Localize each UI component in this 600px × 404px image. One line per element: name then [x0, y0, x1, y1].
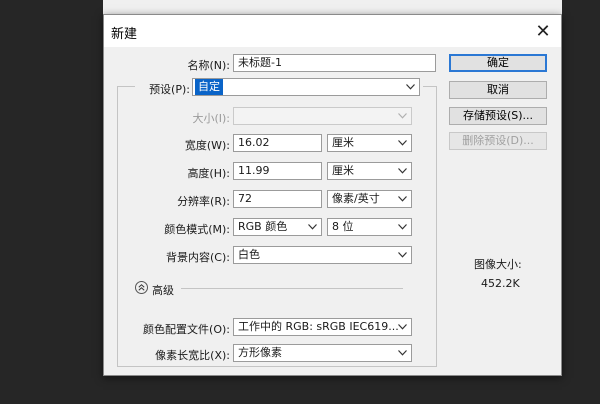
height-unit-value: 厘米	[332, 164, 354, 177]
advanced-toggle[interactable]	[135, 281, 148, 294]
bit-depth-select[interactable]: 8 位	[327, 218, 412, 236]
background-right	[562, 0, 600, 404]
color-mode-select[interactable]: RGB 颜色	[233, 218, 322, 236]
chevron-down-icon	[396, 135, 408, 151]
color-mode-label: 颜色模式(M):	[164, 223, 230, 236]
preset-group-border-bottom	[117, 366, 437, 367]
preset-group-border-right	[423, 86, 437, 87]
cancel-button[interactable]: 取消	[449, 81, 547, 99]
screen-frame: 新建 ✕ 名称(N): 未标题-1 预设(P): 自定 大小(I): 宽度(W)…	[0, 0, 600, 404]
pixel-aspect-label: 像素长宽比(X):	[155, 349, 230, 362]
preset-value: 自定	[195, 79, 223, 95]
color-profile-value: 工作中的 RGB: sRGB IEC619...	[238, 320, 399, 333]
color-mode-value: RGB 颜色	[238, 220, 288, 233]
chevron-down-icon	[396, 191, 408, 207]
resolution-field[interactable]: 72	[233, 190, 322, 208]
preset-select[interactable]: 自定	[192, 78, 420, 96]
height-field[interactable]: 11.99	[233, 162, 322, 180]
color-profile-label: 颜色配置文件(O):	[143, 323, 230, 336]
background-value: 白色	[238, 248, 260, 261]
new-document-dialog: 新建 ✕ 名称(N): 未标题-1 预设(P): 自定 大小(I): 宽度(W)…	[103, 14, 562, 376]
width-unit-value: 厘米	[332, 136, 354, 149]
background-bottom	[0, 376, 600, 404]
chevron-down-icon	[396, 247, 408, 263]
background-left	[0, 0, 103, 404]
background-select[interactable]: 白色	[233, 246, 412, 264]
preset-label: 预设(P):	[149, 83, 190, 96]
width-field[interactable]: 16.02	[233, 134, 322, 152]
image-size-value: 452.2K	[481, 277, 520, 290]
close-icon: ✕	[535, 20, 551, 42]
image-size-title: 图像大小:	[474, 258, 522, 271]
chevron-down-icon	[396, 319, 408, 335]
name-field[interactable]: 未标题-1	[233, 54, 436, 72]
chevron-down-icon	[396, 108, 408, 124]
pixel-aspect-value: 方形像素	[238, 346, 282, 359]
dialog-titlebar: 新建 ✕	[104, 15, 561, 47]
preset-group-border-leftv	[117, 86, 118, 366]
preset-group-border-rightv	[436, 86, 437, 366]
background-label: 背景内容(C):	[166, 251, 230, 264]
size-select	[233, 107, 412, 125]
color-profile-select[interactable]: 工作中的 RGB: sRGB IEC619...	[233, 318, 412, 336]
resolution-label: 分辨率(R):	[177, 195, 230, 208]
dialog-title: 新建	[111, 27, 138, 42]
ok-button[interactable]: 确定	[449, 54, 547, 72]
name-label: 名称(N):	[187, 59, 230, 72]
close-button[interactable]: ✕	[525, 15, 561, 47]
chevron-down-icon	[306, 219, 318, 235]
width-label: 宽度(W):	[184, 139, 230, 152]
advanced-divider	[181, 288, 403, 289]
save-preset-button[interactable]: 存储预设(S)...	[449, 107, 547, 125]
advanced-label: 高级	[152, 284, 174, 297]
height-unit-select[interactable]: 厘米	[327, 162, 412, 180]
resolution-unit-value: 像素/英寸	[332, 192, 380, 205]
chevron-up-double-icon	[138, 284, 145, 291]
chevron-down-icon	[396, 345, 408, 361]
size-label: 大小(I):	[192, 112, 230, 125]
pixel-aspect-select[interactable]: 方形像素	[233, 344, 412, 362]
width-unit-select[interactable]: 厘米	[327, 134, 412, 152]
height-label: 高度(H):	[187, 167, 230, 180]
delete-preset-button: 删除预设(D)...	[449, 132, 547, 150]
chevron-down-icon	[396, 219, 408, 235]
resolution-unit-select[interactable]: 像素/英寸	[327, 190, 412, 208]
chevron-down-icon	[396, 163, 408, 179]
bit-depth-value: 8 位	[332, 220, 354, 233]
chevron-down-icon	[404, 79, 416, 95]
